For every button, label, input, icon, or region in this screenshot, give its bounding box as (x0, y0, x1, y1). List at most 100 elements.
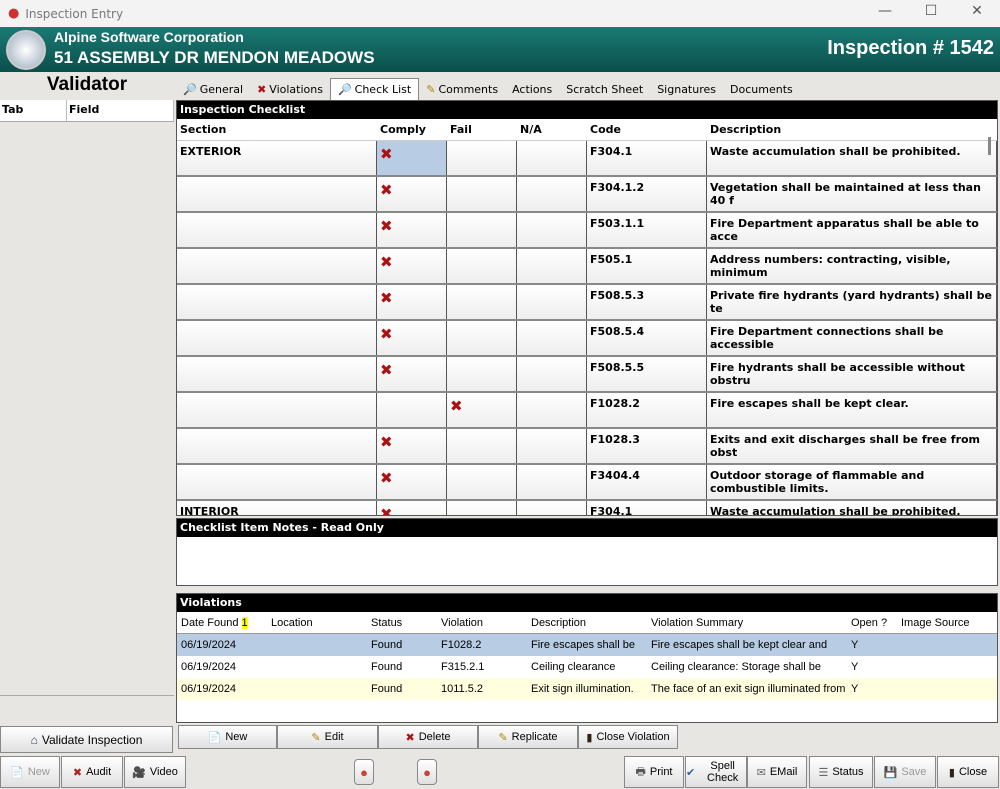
cell-na[interactable] (517, 393, 587, 427)
column-field[interactable]: Field (67, 100, 174, 121)
checklist-row[interactable]: INTERIOR ✖ F304.1 Waste accumulation shall … (177, 501, 997, 515)
email-button[interactable]: ✉ EMail (747, 756, 807, 788)
cell-fail[interactable] (447, 357, 517, 391)
validate-inspection-button[interactable]: ⌂ Validate Inspection (0, 726, 173, 753)
checklist-row[interactable]: ✖ F503.1.1 Fire Department apparatus shall… (177, 213, 997, 249)
red-x-icon[interactable]: ✖ (377, 249, 447, 283)
column-header-description[interactable]: Description (527, 617, 647, 629)
column-header-code[interactable]: Code (587, 123, 707, 136)
replicate-violation-button[interactable]: ✎ Replicate (478, 725, 578, 749)
cell-fail[interactable] (447, 213, 517, 247)
violation-row[interactable]: 06/19/2024 Found F315.2.1 Ceiling clearance… (177, 656, 997, 678)
replicate-icon: ✎ (498, 731, 508, 744)
cell-comply[interactable] (377, 393, 447, 427)
cell-code: F508.5.3 (587, 285, 707, 319)
close-violation-violation-button[interactable]: ▮ Close Violation (578, 725, 678, 749)
cell-fail[interactable] (447, 177, 517, 211)
record-nav-button-2[interactable]: ● (417, 759, 437, 785)
video-icon: 🎥 (132, 766, 146, 779)
violation-row[interactable]: 06/19/2024 Found 1011.5.2 Exit sign illumin… (177, 678, 997, 700)
red-x-icon[interactable]: ✖ (377, 177, 447, 211)
print-button[interactable]: 🖶 Print (624, 756, 684, 788)
column-header-section[interactable]: Section (177, 123, 377, 136)
cell-na[interactable] (517, 285, 587, 319)
close-button[interactable]: ▮ Close (937, 756, 999, 788)
checklist-row[interactable]: ✖ F304.1.2 Vegetation shall be maintained … (177, 177, 997, 213)
column-tab[interactable]: Tab (0, 100, 67, 121)
column-header-imagesource[interactable]: Image Source (897, 617, 987, 629)
save-button[interactable]: 💾 Save (874, 756, 936, 788)
new-button[interactable]: 📄 New (0, 756, 60, 788)
cell-na[interactable] (517, 249, 587, 283)
tab-signatures[interactable]: Signatures (650, 78, 723, 100)
column-header-datefound[interactable]: Date Found 1 (177, 616, 267, 629)
minimize-button[interactable]: — (862, 3, 908, 19)
checklist-row[interactable]: ✖ F505.1 Address numbers: contracting, vis… (177, 249, 997, 285)
delete-violation-button[interactable]: ✖ Delete (378, 725, 478, 749)
cell-fail[interactable] (447, 141, 517, 175)
edit-violation-button[interactable]: ✎ Edit (277, 725, 378, 749)
tab-violations[interactable]: ✖ Violations (250, 78, 330, 100)
cell-desc: Waste accumulation shall be prohibited. (707, 501, 997, 515)
cell-na[interactable] (517, 177, 587, 211)
column-header-status[interactable]: Status (367, 617, 437, 629)
column-header-open[interactable]: Open ? (847, 617, 897, 629)
new-violation-button[interactable]: 📄 New (178, 725, 277, 749)
maximize-button[interactable]: ☐ (908, 3, 954, 19)
cell-na[interactable] (517, 357, 587, 391)
close-window-button[interactable]: ✕ (954, 3, 1000, 19)
checklist-row[interactable]: ✖ F508.5.5 Fire hydrants shall be accessib… (177, 357, 997, 393)
red-x-icon[interactable]: ✖ (377, 141, 447, 175)
cell-fail[interactable] (447, 321, 517, 355)
column-header-violationsummary[interactable]: Violation Summary (647, 617, 847, 629)
door-icon: ▮ (586, 731, 593, 744)
cell-na[interactable] (517, 501, 587, 515)
tab-check-list[interactable]: 🔎 Check List (329, 78, 420, 100)
red-x-icon[interactable]: ✖ (377, 213, 447, 247)
cell-fail[interactable] (447, 465, 517, 499)
checklist-row[interactable]: ✖ F508.5.4 Fire Department connections sha… (177, 321, 997, 357)
cell-na[interactable] (517, 429, 587, 463)
magnifier-icon: 🔎 (183, 82, 197, 96)
cell-fail[interactable] (447, 501, 517, 515)
cell-desc: Address numbers: contracting, visible, m… (707, 249, 997, 283)
cell-na[interactable] (517, 321, 587, 355)
scrollbar-thumb[interactable] (988, 137, 991, 155)
record-nav-button-1[interactable]: ● (354, 759, 374, 785)
cell-fail[interactable] (447, 429, 517, 463)
checklist-row[interactable]: ✖ F1028.2 Fire escapes shall be kept clear… (177, 393, 997, 429)
column-header-location[interactable]: Location (267, 617, 367, 629)
violation-row[interactable]: 06/19/2024 Found F1028.2 Fire escapes shall… (177, 634, 997, 656)
red-x-icon[interactable]: ✖ (377, 465, 447, 499)
column-header-fail[interactable]: Fail (447, 123, 517, 136)
red-x-icon[interactable]: ✖ (377, 501, 447, 515)
column-header-description[interactable]: Description (707, 123, 997, 136)
red-x-icon[interactable]: ✖ (377, 429, 447, 463)
column-header-comply[interactable]: Comply (377, 123, 447, 136)
checklist-row[interactable]: ✖ F508.5.3 Private fire hydrants (yard hyd… (177, 285, 997, 321)
cell-na[interactable] (517, 213, 587, 247)
cell-fail[interactable] (447, 285, 517, 319)
checklist-row[interactable]: EXTERIOR ✖ F304.1 Waste accumulation shall … (177, 141, 997, 177)
checklist-row[interactable]: ✖ F3404.4 Outdoor storage of flammable and… (177, 465, 997, 501)
red-x-icon[interactable]: ✖ (447, 393, 517, 427)
tab-general[interactable]: 🔎 General (176, 78, 250, 100)
cell-na[interactable] (517, 465, 587, 499)
video-button[interactable]: 🎥 Video (124, 756, 186, 788)
tab-scratch-sheet[interactable]: Scratch Sheet (559, 78, 650, 100)
status-icon: ☰ (818, 766, 829, 779)
red-x-icon[interactable]: ✖ (377, 321, 447, 355)
audit-button[interactable]: ✖ Audit (61, 756, 123, 788)
column-header-violation[interactable]: Violation (437, 617, 527, 629)
cell-na[interactable] (517, 141, 587, 175)
tab-actions[interactable]: Actions (505, 78, 559, 100)
spell-button[interactable]: ✔ Spell Check (685, 756, 747, 788)
tab-documents[interactable]: Documents (723, 78, 800, 100)
column-header-na[interactable]: N/A (517, 123, 587, 136)
tab-comments[interactable]: ✎ Comments (419, 78, 505, 100)
status-button[interactable]: ☰ Status (809, 756, 873, 788)
checklist-row[interactable]: ✖ F1028.3 Exits and exit discharges shall … (177, 429, 997, 465)
red-x-icon[interactable]: ✖ (377, 357, 447, 391)
cell-fail[interactable] (447, 249, 517, 283)
red-x-icon[interactable]: ✖ (377, 285, 447, 319)
